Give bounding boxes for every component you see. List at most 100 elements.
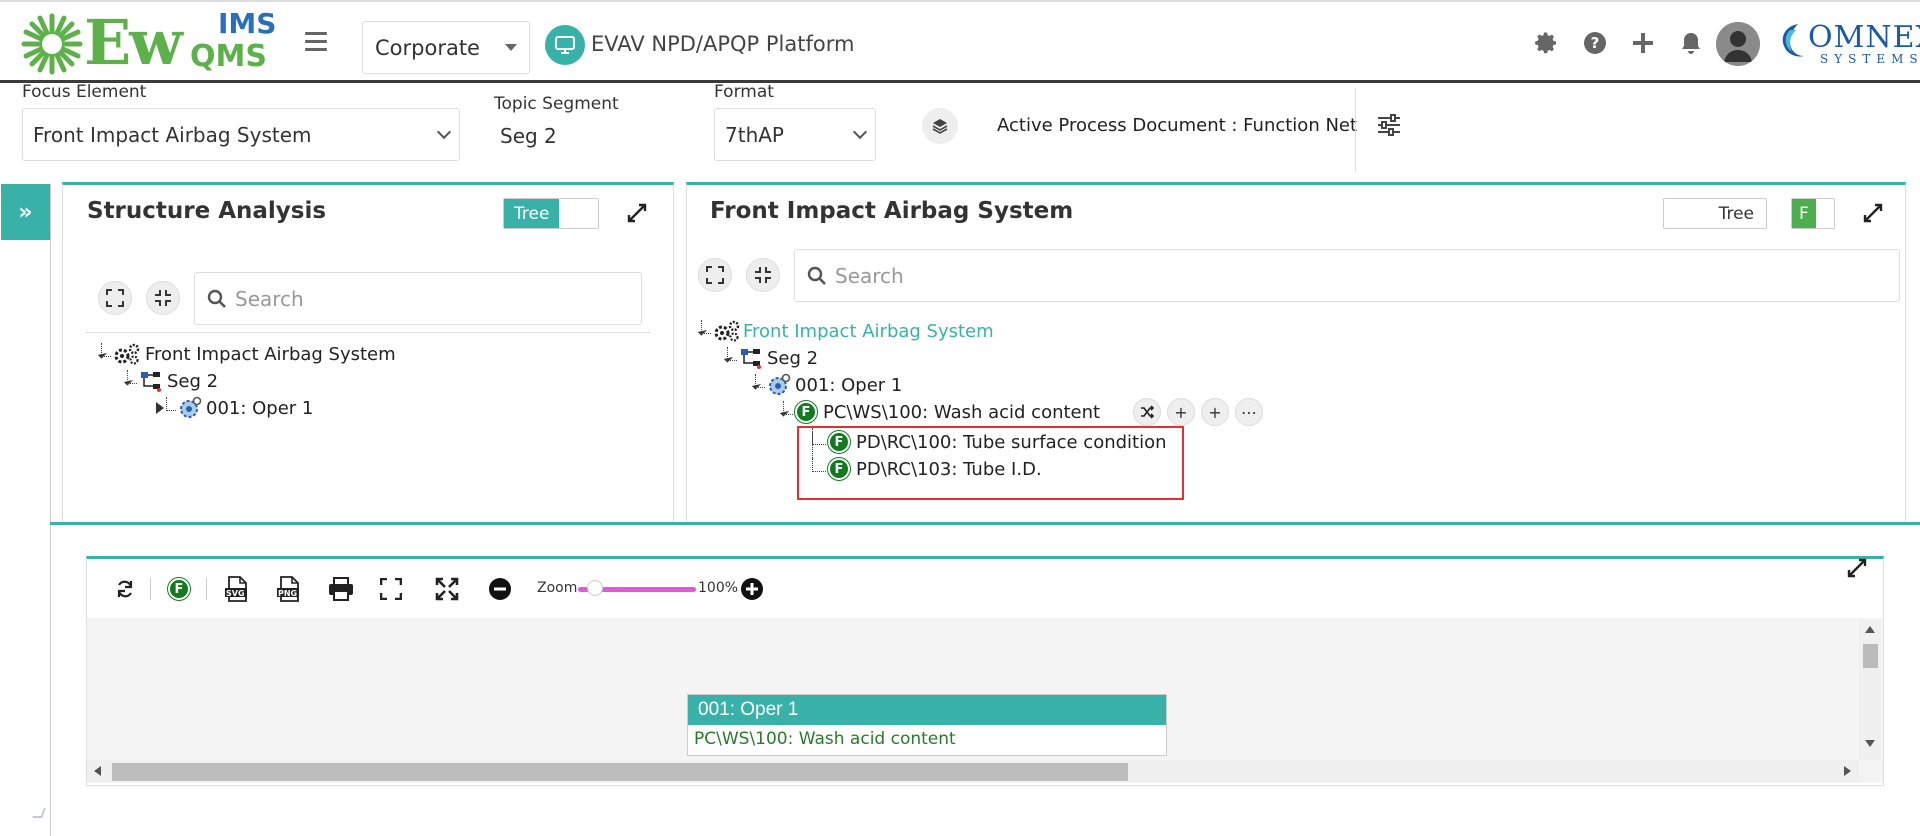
fit-screen-icon[interactable] (376, 572, 406, 606)
format-select[interactable]: 7thAP (714, 108, 876, 161)
zoom-slider-thumb[interactable] (586, 580, 603, 596)
active-process-document: Active Process Document : Function Net (997, 115, 1358, 136)
layers-icon[interactable] (922, 108, 958, 144)
zoom-in-icon[interactable] (738, 572, 766, 606)
function-search-input[interactable] (835, 263, 1709, 288)
ewqms-logo[interactable]: Ew IMS QMS (20, 8, 280, 80)
structure-search-input[interactable] (235, 286, 583, 311)
corporate-select-value: Corporate (375, 35, 480, 60)
zoom-out-icon[interactable] (486, 572, 514, 606)
function-search[interactable] (794, 249, 1900, 302)
operation-icon (180, 396, 202, 418)
function-tree-node-oper[interactable]: 001: Oper 1 (751, 372, 903, 398)
resize-handle-icon[interactable] (32, 808, 46, 818)
function-tree-toggle[interactable]: Tree (1663, 198, 1767, 229)
section-divider (50, 522, 1920, 525)
highlight-annotation (797, 426, 1184, 500)
format-label: Format (714, 82, 774, 102)
logo-ew: Ew (84, 6, 183, 79)
monitor-icon[interactable] (545, 25, 585, 65)
topic-segment-value[interactable]: Seg 2 (500, 124, 557, 148)
scroll-left-icon[interactable] (94, 766, 101, 776)
structure-tree-node-root[interactable]: Front Impact Airbag System (97, 341, 396, 367)
structure-tree-toggle[interactable]: Tree (503, 198, 599, 229)
expand-panel-icon[interactable] (624, 200, 650, 226)
toolbar-separator (206, 578, 207, 600)
shuffle-icon[interactable] (1133, 398, 1161, 426)
tree-node-label: 001: Oper 1 (795, 374, 903, 396)
filter-divider (1355, 88, 1356, 172)
diagram-node-body: PC\WS\100: Wash acid content (694, 729, 956, 749)
chevron-down-icon (436, 124, 452, 140)
tree-node-label: Front Impact Airbag System (743, 320, 994, 342)
collapse-all-icon[interactable] (746, 258, 780, 292)
topic-segment-label: Topic Segment (494, 94, 619, 114)
add-sibling-icon[interactable]: + (1201, 398, 1229, 426)
tree-toggle-label: Tree (1718, 203, 1754, 224)
expand-triangle-icon (156, 402, 164, 414)
vertical-scrollbar[interactable] (1859, 620, 1881, 760)
function-tree-node-wash[interactable]: F PC\WS\100: Wash acid content (779, 399, 1100, 425)
segment-icon (141, 372, 161, 392)
function-tree-node-seg[interactable]: Seg 2 (723, 345, 819, 371)
zoom-value: 100% (698, 580, 739, 596)
horizontal-scroll-thumb[interactable] (112, 763, 1128, 781)
function-filter-button[interactable]: F (164, 572, 194, 606)
structure-search[interactable] (194, 272, 642, 325)
corporate-select[interactable]: Corporate (362, 21, 530, 74)
search-icon (207, 289, 226, 308)
collapse-all-icon[interactable] (146, 281, 180, 315)
expand-panel-icon[interactable] (1860, 200, 1886, 226)
structure-tree-node-seg[interactable]: Seg 2 (123, 368, 219, 394)
tree-node-label: Seg 2 (167, 370, 219, 392)
export-svg-button[interactable]: SVG (222, 572, 252, 606)
function-tree-node-root[interactable]: Front Impact Airbag System (697, 318, 994, 344)
plus-icon[interactable] (1628, 28, 1658, 58)
scroll-up-icon[interactable] (1865, 626, 1875, 633)
diagram-node-header: 001: Oper 1 (688, 695, 1166, 725)
tree-toggle-label: Tree (504, 199, 560, 228)
function-badge: F (168, 578, 190, 600)
sliders-icon[interactable] (1376, 112, 1402, 138)
refresh-icon[interactable] (112, 572, 138, 606)
print-icon[interactable] (326, 572, 356, 606)
sun-logo-icon (21, 13, 83, 75)
hamburger-menu-icon[interactable] (305, 32, 327, 52)
gears-icon (714, 320, 740, 342)
function-f-toggle[interactable]: F (1791, 198, 1835, 229)
omnex-sub: SYSTEMS (1820, 52, 1920, 66)
expand-diagram-icon[interactable] (1844, 555, 1870, 581)
f-toggle-label: F (1792, 199, 1816, 228)
structure-tree-node-oper[interactable]: 001: Oper 1 (156, 395, 313, 421)
operation-icon (769, 373, 791, 395)
diagram-node-card[interactable]: 001: Oper 1 PC\WS\100: Wash acid content (687, 694, 1167, 756)
focus-element-select[interactable]: Front Impact Airbag System (22, 108, 460, 161)
svg-text:?: ? (1591, 34, 1600, 52)
fullscreen-icon[interactable] (432, 572, 462, 606)
expand-all-icon[interactable] (98, 281, 132, 315)
focus-element-label: Focus Element (22, 82, 147, 102)
chevron-down-icon (852, 124, 868, 140)
add-child-icon[interactable]: + (1167, 398, 1195, 426)
user-avatar[interactable] (1716, 22, 1760, 66)
gear-icon[interactable] (1532, 28, 1562, 58)
help-icon[interactable]: ? (1580, 28, 1610, 58)
scroll-down-icon[interactable] (1865, 740, 1875, 747)
expand-sidebar-icon[interactable]: » (1, 184, 50, 240)
focus-element-value: Front Impact Airbag System (33, 122, 312, 147)
export-png-button[interactable]: PNG (274, 572, 304, 606)
gears-icon (114, 343, 140, 365)
function-badge: F (795, 401, 817, 423)
function-panel-title: Front Impact Airbag System (710, 198, 1074, 224)
more-icon[interactable]: ⋯ (1235, 398, 1263, 426)
omnex-logo: OMNEX SYSTEMS (1776, 20, 1920, 68)
png-label: PNG (278, 589, 298, 598)
vertical-scroll-thumb[interactable] (1863, 644, 1878, 668)
svg-label: SVG (226, 589, 245, 598)
expand-all-icon[interactable] (698, 258, 732, 292)
tree-node-label: Seg 2 (767, 347, 819, 369)
bell-icon[interactable] (1676, 28, 1706, 58)
platform-title[interactable]: EVAV NPD/APQP Platform (591, 32, 854, 56)
scroll-right-icon[interactable] (1844, 766, 1851, 776)
logo-qms: QMS (190, 39, 267, 74)
